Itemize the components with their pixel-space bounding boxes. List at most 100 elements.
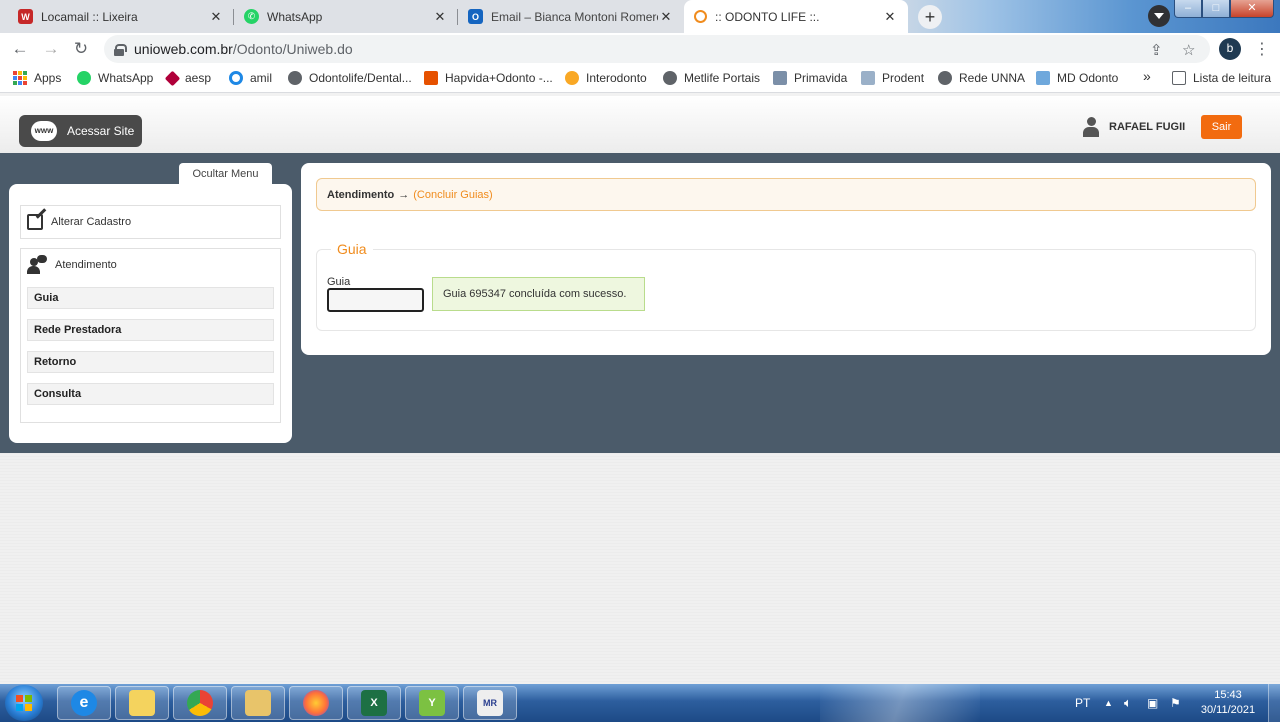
- close-icon[interactable]: ✕: [658, 9, 674, 25]
- guia-fieldset: Guia Guia Guia 695347 concluída com suce…: [316, 241, 1256, 331]
- windows-taskbar: e X Y MR PT ▲ 🔈︎ ▣ ⚑ 15:43 30/11/2021: [0, 684, 1280, 722]
- bookmark-star-icon[interactable]: ☆: [1182, 41, 1195, 59]
- file-manager-icon: [245, 690, 271, 716]
- minimize-icon[interactable]: –: [1174, 0, 1202, 18]
- tray-expand-icon[interactable]: ▲: [1104, 684, 1113, 722]
- close-icon[interactable]: ✕: [432, 9, 448, 25]
- maximize-icon[interactable]: □: [1202, 0, 1230, 18]
- window-close-icon[interactable]: ✕: [1230, 0, 1274, 18]
- locamail-icon: W: [18, 9, 33, 24]
- taskbar-mr-app[interactable]: MR: [463, 686, 517, 720]
- logout-button[interactable]: Sair: [1201, 115, 1242, 139]
- share-icon[interactable]: ⇪: [1150, 41, 1163, 59]
- forward-arrow-icon[interactable]: →: [41, 39, 61, 59]
- tab-search-icon[interactable]: [1148, 5, 1170, 27]
- sidebar-item-rede-prestadora[interactable]: Rede Prestadora: [27, 319, 274, 341]
- main-panel: Atendimento → (Concluir Guias) Guia Guia…: [301, 163, 1271, 355]
- bookmark-prodent[interactable]: Prodent: [861, 71, 924, 85]
- taskbar-windows-explorer[interactable]: [115, 686, 169, 720]
- bookmark-rede-unna[interactable]: Rede UNNA: [938, 71, 1025, 85]
- excel-icon: X: [361, 690, 387, 716]
- reload-icon[interactable]: ↻: [71, 39, 91, 59]
- hide-menu-button[interactable]: Ocultar Menu: [179, 163, 272, 185]
- bookmark-interodonto[interactable]: Interodonto: [565, 71, 647, 85]
- breadcrumb-sub[interactable]: (Concluir Guias): [413, 189, 492, 201]
- new-tab-button[interactable]: +: [918, 5, 942, 29]
- network-icon[interactable]: ▣: [1147, 684, 1158, 722]
- bookmark-md-odonto[interactable]: MD Odonto: [1036, 71, 1118, 85]
- bookmark-metlife[interactable]: Metlife Portais: [663, 71, 760, 85]
- tab-title: :: ODONTO LIFE ::.: [715, 9, 820, 24]
- more-menu-icon[interactable]: ⋮: [1254, 39, 1270, 59]
- start-button[interactable]: [5, 685, 43, 721]
- taskbar-internet-explorer[interactable]: e: [57, 686, 111, 720]
- breadcrumb: Atendimento → (Concluir Guias): [316, 178, 1256, 211]
- browser-toolbar: ← → ↻ unioweb.com.br/Odonto/Uniweb.do ⇪ …: [0, 33, 1280, 65]
- action-center-flag-icon[interactable]: ⚑: [1170, 684, 1181, 722]
- url-host: unioweb.com.br: [134, 41, 233, 57]
- tab-whatsapp[interactable]: ✆ WhatsApp ✕: [234, 2, 458, 31]
- taskbar-file-explorer[interactable]: [231, 686, 285, 720]
- bookmark-label: Interodonto: [586, 71, 647, 85]
- bookmark-label: Metlife Portais: [684, 71, 761, 85]
- globe-icon: [288, 71, 302, 85]
- bookmark-hapvida[interactable]: Hapvida+Odonto -...: [424, 71, 553, 85]
- profile-avatar[interactable]: b: [1219, 38, 1241, 60]
- globe-icon: [663, 71, 677, 85]
- firefox-icon: [303, 690, 329, 716]
- whatsapp-icon: ✆: [244, 9, 259, 24]
- taskbar-firefox[interactable]: [289, 686, 343, 720]
- outlook-icon: O: [468, 9, 483, 24]
- reading-list-label: Lista de leitura: [1193, 71, 1272, 85]
- taskbar-chrome[interactable]: [173, 686, 227, 720]
- close-icon[interactable]: ✕: [208, 9, 224, 25]
- windows-logo-icon: [16, 695, 32, 711]
- tab-odonto-life[interactable]: :: ODONTO LIFE ::. ✕: [684, 0, 908, 33]
- taskbar-excel[interactable]: X: [347, 686, 401, 720]
- volume-icon[interactable]: 🔈︎: [1124, 684, 1132, 722]
- access-site-button[interactable]: www Acessar Site: [19, 115, 142, 147]
- sidebar-heading-atendimento[interactable]: Atendimento: [21, 249, 280, 281]
- language-indicator[interactable]: PT: [1075, 684, 1090, 722]
- taskbar-glow: [820, 684, 980, 722]
- bookmark-amil[interactable]: amil: [229, 71, 272, 85]
- tab-locamail[interactable]: W Locamail :: Lixeira ✕: [8, 2, 234, 31]
- close-icon[interactable]: ✕: [882, 9, 898, 25]
- sidebar-item-guia[interactable]: Guia: [27, 287, 274, 309]
- reading-list-button[interactable]: Lista de leitura: [1172, 71, 1271, 85]
- sidebar-section-atendimento: Atendimento Guia Rede Prestadora Retorno…: [20, 248, 281, 423]
- sidebar-item-retorno[interactable]: Retorno: [27, 351, 274, 373]
- sidebar: Alterar Cadastro Atendimento Guia Rede P…: [9, 184, 292, 443]
- sidebar-item-consulta[interactable]: Consulta: [27, 383, 274, 405]
- tab-title: Email – Bianca Montoni Romero: [491, 9, 658, 24]
- hapvida-icon: [424, 71, 438, 85]
- lock-icon[interactable]: [114, 43, 127, 56]
- address-bar[interactable]: unioweb.com.br/Odonto/Uniweb.do ⇪ ☆: [104, 35, 1210, 63]
- bookmark-whatsapp[interactable]: WhatsApp: [77, 71, 153, 85]
- success-message: Guia 695347 concluída com sucesso.: [432, 277, 645, 311]
- bookmark-primavida[interactable]: Primavida: [773, 71, 847, 85]
- sidebar-item-alterar-cadastro[interactable]: Alterar Cadastro: [21, 206, 280, 238]
- bookmark-aesp[interactable]: aesp: [164, 70, 211, 86]
- tab-email[interactable]: O Email – Bianca Montoni Romero ✕: [458, 2, 684, 31]
- user-icon: [1083, 117, 1099, 137]
- aesp-icon: [164, 70, 181, 86]
- access-site-label: Acessar Site: [67, 124, 135, 138]
- bookmark-label: Hapvida+Odonto -...: [445, 71, 553, 85]
- edit-icon: [27, 214, 43, 230]
- taskbar-clock[interactable]: 15:43 30/11/2021: [1196, 688, 1260, 718]
- bookmark-label: Rede UNNA: [959, 71, 1026, 85]
- guia-input[interactable]: [327, 288, 424, 312]
- bookmark-label: Odontolife/Dental...: [309, 71, 412, 85]
- bookmark-apps[interactable]: Apps: [13, 71, 61, 85]
- breadcrumb-arrow: →: [398, 188, 410, 201]
- bookmark-label: Primavida: [794, 71, 848, 85]
- support-user-icon: [27, 255, 47, 275]
- bookmarks-overflow-button[interactable]: »: [1143, 68, 1151, 84]
- back-arrow-icon[interactable]: ←: [10, 39, 30, 59]
- clock-date: 30/11/2021: [1200, 704, 1256, 716]
- url-path: /Odonto/Uniweb.do: [232, 41, 353, 57]
- taskbar-app-y[interactable]: Y: [405, 686, 459, 720]
- bookmark-odontolife[interactable]: Odontolife/Dental...: [288, 71, 412, 85]
- show-desktop-button[interactable]: [1268, 684, 1280, 722]
